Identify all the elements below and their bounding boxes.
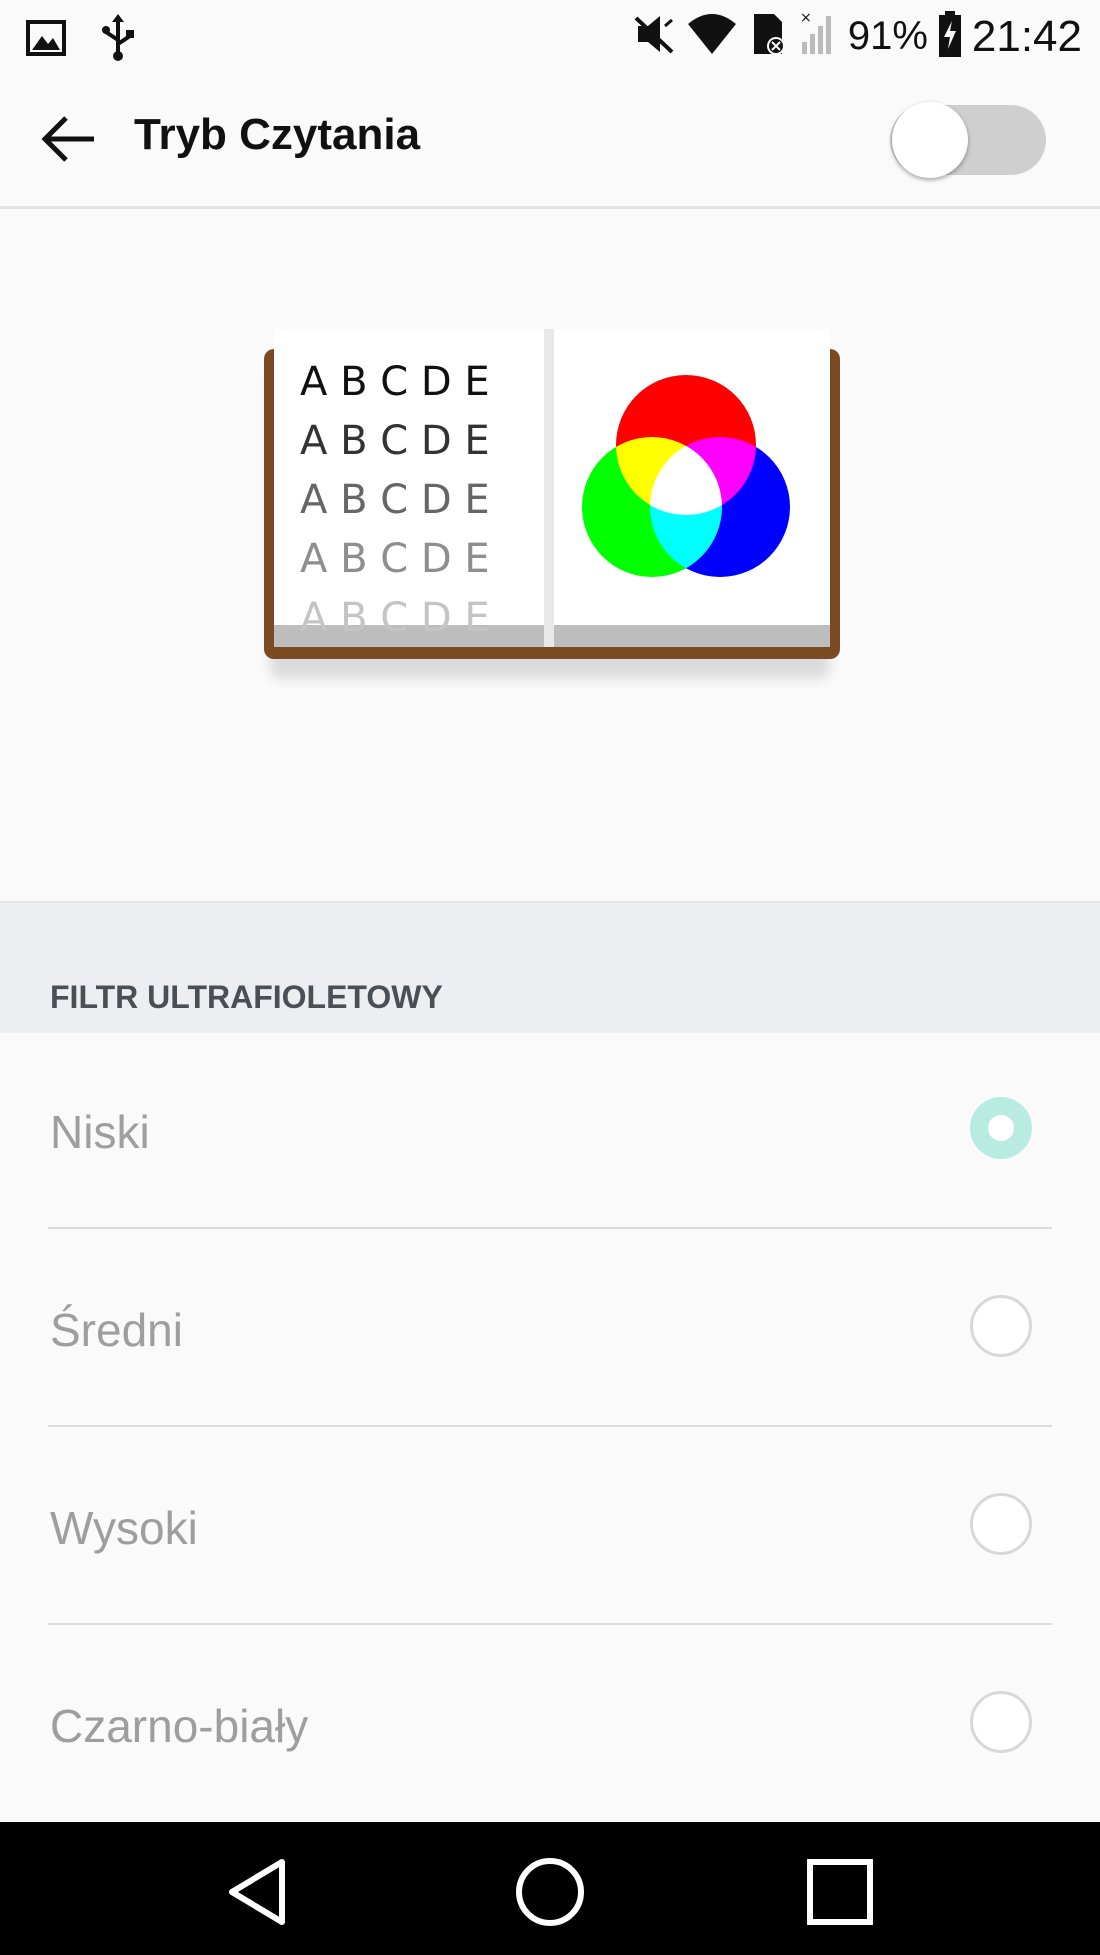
letter-row: A B C D E <box>300 536 490 582</box>
letter-row: A B C D E <box>300 477 490 523</box>
radio-button[interactable] <box>970 1295 1032 1357</box>
radio-button[interactable] <box>970 1493 1032 1555</box>
clock: 21:42 <box>971 11 1082 61</box>
svg-text:×: × <box>800 10 812 26</box>
wifi-icon <box>686 12 738 61</box>
letter-row: A B C D E <box>300 359 490 405</box>
book-illustration: A B C D E A B C D E A B C D E A B C D E A B … <box>264 329 840 679</box>
option-label: Średni <box>50 1304 183 1356</box>
filter-options-list: Niski Średni Wysoki Czarno-biały <box>0 1033 1100 1822</box>
app-bar: Tryb Czytania <box>0 76 1100 209</box>
option-czarno-bialy[interactable]: Czarno-biały <box>0 1627 1100 1823</box>
option-wysoki[interactable]: Wysoki <box>0 1429 1100 1625</box>
nav-recents-icon <box>800 1859 880 1936</box>
option-niski[interactable]: Niski <box>0 1033 1100 1229</box>
option-label: Wysoki <box>50 1502 198 1554</box>
nav-back-button[interactable] <box>220 1852 300 1932</box>
letter-rows: A B C D E A B C D E A B C D E A B C D E A B … <box>300 359 490 641</box>
toggle-thumb <box>892 102 968 178</box>
nav-recents-button[interactable] <box>800 1852 880 1932</box>
option-label: Niski <box>50 1106 150 1158</box>
navigation-bar <box>0 1822 1100 1955</box>
radio-button[interactable] <box>970 1691 1032 1753</box>
image-icon <box>26 18 66 63</box>
divider <box>48 1623 1052 1625</box>
status-bar: × 91% 21:42 <box>0 0 1100 76</box>
nav-home-button[interactable] <box>510 1852 590 1932</box>
signal-icon: × <box>798 10 838 63</box>
nav-home-icon <box>510 1858 590 1936</box>
section-header: FILTR ULTRAFIOLETOWY <box>0 901 1100 1035</box>
radio-button[interactable] <box>970 1097 1032 1159</box>
page-title: Tryb Czytania <box>134 110 421 159</box>
blue-circle <box>650 437 790 577</box>
divider <box>48 1227 1052 1229</box>
sim-card-icon <box>748 10 788 63</box>
battery-charging-icon <box>938 11 962 62</box>
option-sredni[interactable]: Średni <box>0 1231 1100 1427</box>
divider <box>48 1425 1052 1427</box>
letter-row: A B C D E <box>300 595 490 641</box>
letter-row: A B C D E <box>300 418 490 464</box>
mute-icon <box>632 12 676 61</box>
battery-percent: 91% <box>847 14 928 58</box>
option-label: Czarno-biały <box>50 1700 309 1752</box>
reading-mode-toggle[interactable] <box>890 102 1046 178</box>
nav-back-icon <box>220 1859 300 1936</box>
back-button[interactable] <box>36 106 102 172</box>
usb-icon <box>100 14 136 67</box>
reading-mode-illustration: A B C D E A B C D E A B C D E A B C D E A B … <box>0 209 1100 901</box>
section-title: FILTR ULTRAFIOLETOWY <box>50 979 443 1015</box>
arrow-back-icon <box>36 116 102 176</box>
